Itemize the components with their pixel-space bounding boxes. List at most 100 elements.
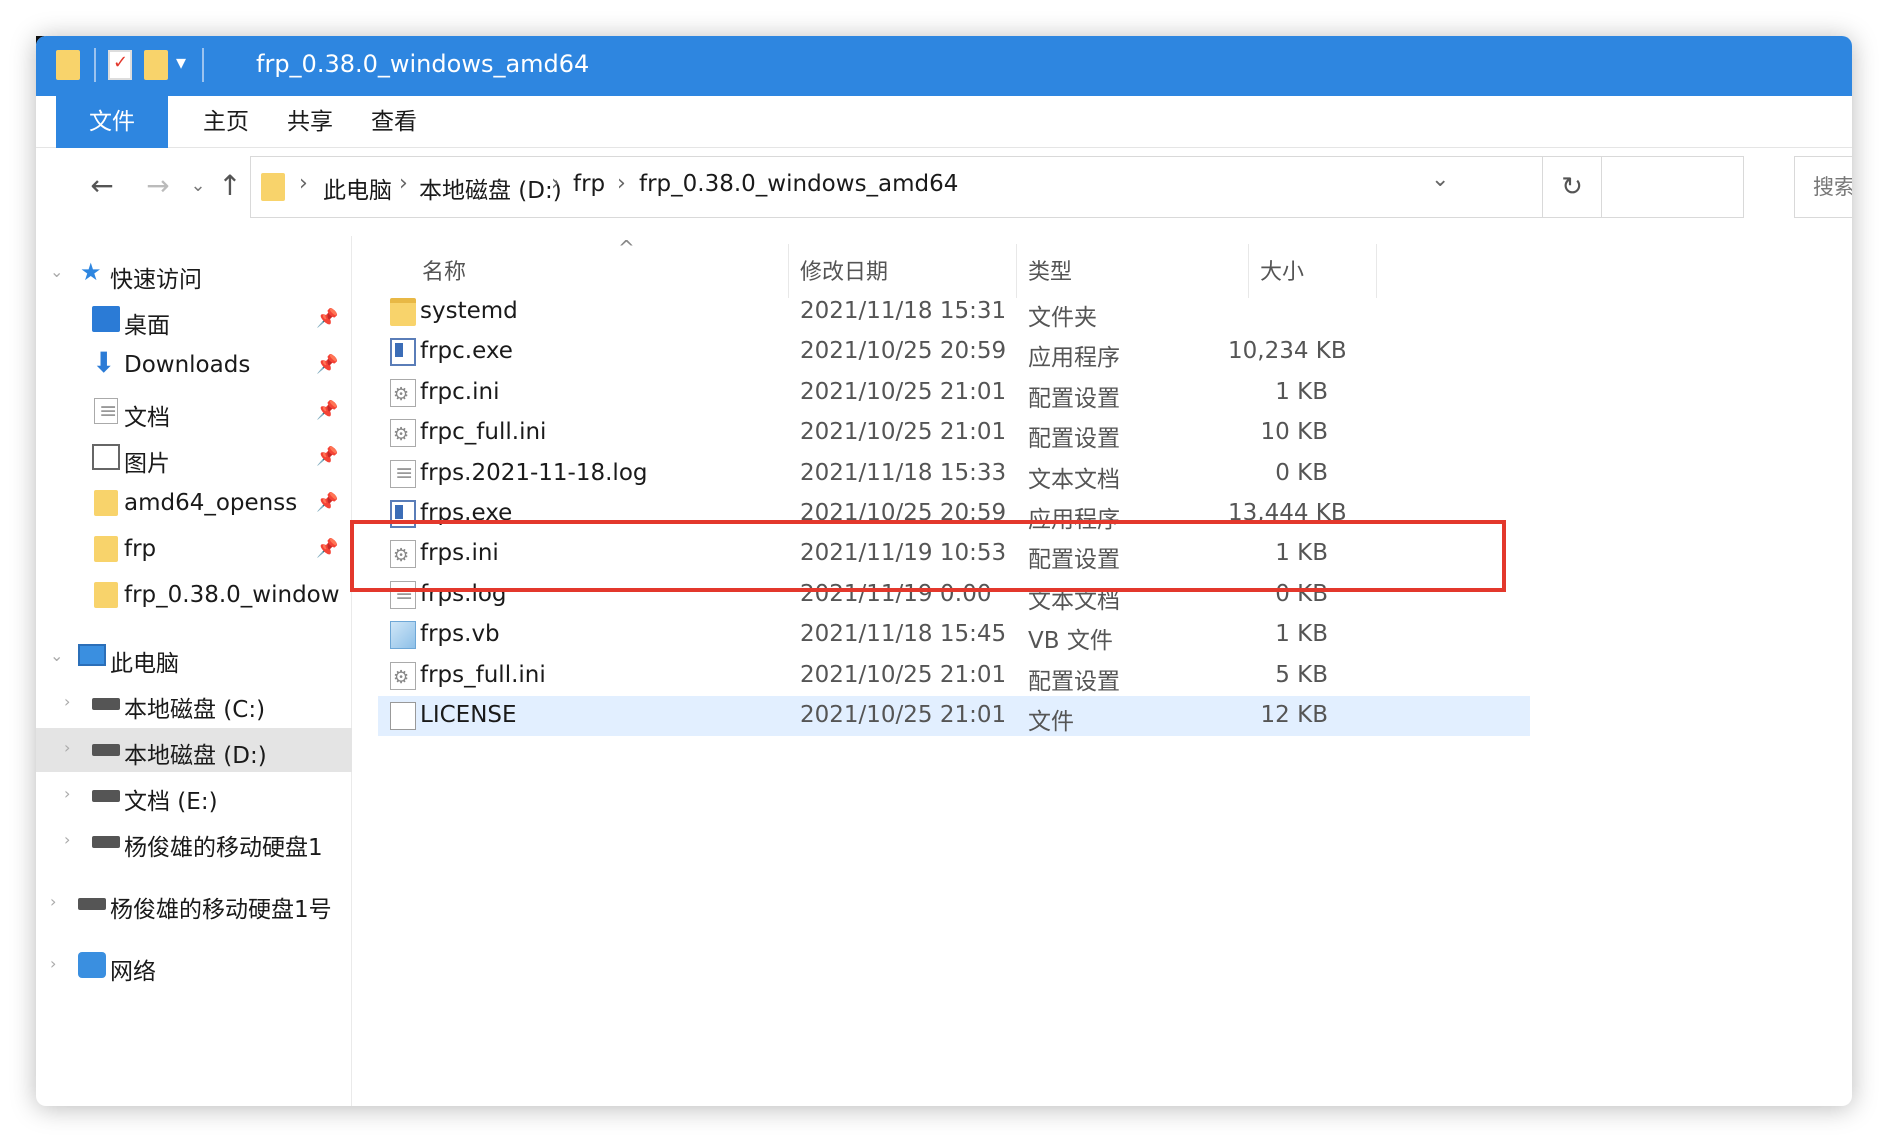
table-row[interactable]: frpc_full.ini 2021/10/25 21:01 配置设置 10 KB <box>378 413 1530 453</box>
chevron-right-icon[interactable]: › <box>64 738 70 757</box>
file-type: 文件 <box>1028 709 1074 735</box>
column-header-size[interactable]: 大小 <box>1260 254 1304 286</box>
file-size: 0 KB <box>1275 580 1328 607</box>
drive-icon <box>92 744 120 756</box>
table-row[interactable]: systemd 2021/11/18 15:31 文件夹 <box>378 292 1530 332</box>
tab-file[interactable]: 文件 <box>56 96 168 148</box>
folder-icon <box>56 50 80 80</box>
file-size: 10,234 KB <box>1228 338 1347 365</box>
pin-icon[interactable]: 📌 <box>316 308 338 329</box>
sidebar-item-downloads[interactable]: ⬇ Downloads 📌 <box>36 344 352 388</box>
pin-icon[interactable]: 📌 <box>316 492 338 513</box>
ini-icon <box>390 419 416 448</box>
sidebar-item-desktop[interactable]: 桌面 📌 <box>36 298 352 342</box>
breadcrumb-current-folder[interactable]: frp_0.38.0_windows_amd64 <box>639 171 958 197</box>
file-size: 1 KB <box>1275 621 1328 648</box>
chevron-down-icon[interactable]: ⌄ <box>50 262 63 281</box>
breadcrumb-drive-d[interactable]: 本地磁盘 (D:) <box>419 171 562 205</box>
sidebar-item-drive-c[interactable]: › 本地磁盘 (C:) <box>36 682 352 726</box>
tab-view[interactable]: 查看 <box>354 96 434 148</box>
table-row[interactable]: frps.vb 2021/11/18 15:45 VB 文件 1 KB <box>378 615 1530 655</box>
file-type: 配置设置 <box>1028 385 1120 412</box>
sidebar-item-label: 杨俊雄的移动硬盘1 <box>124 835 323 861</box>
sidebar-item-pictures[interactable]: 图片 📌 <box>36 436 352 480</box>
sidebar-item-label: 此电脑 <box>110 651 179 677</box>
exe-icon <box>390 500 416 528</box>
column-header-name[interactable]: 名称 <box>422 254 466 286</box>
sidebar-item-label: 快速访问 <box>110 267 202 293</box>
drive-icon <box>92 836 120 848</box>
up-arrow-icon[interactable]: ↑ <box>210 166 250 206</box>
sidebar-item-external-drive[interactable]: › 杨俊雄的移动硬盘1 <box>36 820 352 864</box>
tab-home[interactable]: 主页 <box>186 96 266 148</box>
sidebar-item-network[interactable]: › 网络 <box>36 944 352 988</box>
column-divider[interactable] <box>1376 244 1377 298</box>
network-icon <box>78 952 106 978</box>
navigation-pane: ⌄ ★ 快速访问 桌面 📌 ⬇ Downloads 📌 文档 📌 图片 📌 am… <box>36 236 352 1106</box>
sidebar-item-drive-e[interactable]: › 文档 (E:) <box>36 774 352 818</box>
table-row[interactable]: frps.exe 2021/10/25 20:59 应用程序 13,444 KB <box>378 494 1530 534</box>
sidebar-item-amd64-openss[interactable]: amd64_openss 📌 <box>36 482 352 526</box>
table-row[interactable]: frps_full.ini 2021/10/25 21:01 配置设置 5 KB <box>378 656 1530 696</box>
pin-icon[interactable]: 📌 <box>316 446 338 467</box>
ini-icon <box>390 378 416 407</box>
table-row[interactable]: LICENSE 2021/10/25 21:01 文件 12 KB <box>378 696 1530 736</box>
table-row[interactable]: frpc.ini 2021/10/25 21:01 配置设置 1 KB <box>378 373 1530 413</box>
back-arrow-icon[interactable]: ← <box>82 166 122 206</box>
file-modified-date: 2021/10/25 20:59 <box>800 500 1007 526</box>
pin-icon[interactable]: 📌 <box>316 538 338 559</box>
properties-icon[interactable]: ✓ <box>108 50 132 80</box>
table-row[interactable]: frpc.exe 2021/10/25 20:59 应用程序 10,234 KB <box>378 332 1530 372</box>
search-input[interactable]: 搜索 <box>1794 156 1852 218</box>
breadcrumb-frp[interactable]: frp <box>573 171 605 197</box>
pin-icon[interactable]: 📌 <box>316 354 338 375</box>
column-header-type[interactable]: 类型 <box>1028 254 1072 286</box>
chevron-down-icon[interactable]: ▾ <box>176 50 186 74</box>
refresh-icon[interactable]: ↻ <box>1542 156 1602 218</box>
column-divider[interactable] <box>1016 244 1017 298</box>
table-row[interactable]: frps.log 2021/11/19 0:00 文本文档 0 KB <box>378 575 1530 615</box>
column-divider[interactable] <box>788 244 789 298</box>
sidebar-item-label: 本地磁盘 (D:) <box>124 743 267 769</box>
table-row[interactable]: frps.ini 2021/11/19 10:53 配置设置 1 KB <box>378 534 1530 574</box>
sidebar-item-documents[interactable]: 文档 📌 <box>36 390 352 434</box>
new-folder-icon[interactable] <box>144 50 168 80</box>
chevron-right-icon[interactable]: › <box>50 954 56 973</box>
recent-locations-chevron-icon[interactable]: ⌄ <box>186 166 210 206</box>
file-type: 配置设置 <box>1028 426 1120 453</box>
file-size: 12 KB <box>1260 702 1328 728</box>
tab-share[interactable]: 共享 <box>270 96 350 148</box>
address-dropdown-chevron-icon[interactable]: ⌄ <box>1431 167 1449 192</box>
forward-arrow-icon[interactable]: → <box>138 166 178 206</box>
chevron-down-icon[interactable]: ⌄ <box>50 646 63 665</box>
download-arrow-icon: ⬇ <box>92 346 116 379</box>
folder-icon <box>261 173 285 201</box>
file-name: frps.log <box>420 580 507 607</box>
file-size: 10 KB <box>1260 419 1328 446</box>
chevron-right-icon[interactable]: › <box>64 830 70 849</box>
sidebar-item-frp-folder[interactable]: frp_0.38.0_window <box>36 574 352 618</box>
chevron-right-icon[interactable]: › <box>50 892 56 911</box>
pin-icon[interactable]: 📌 <box>316 400 338 421</box>
breadcrumb-this-pc[interactable]: 此电脑 <box>323 171 392 205</box>
desktop-icon <box>92 306 120 332</box>
chevron-right-icon[interactable]: › <box>64 784 70 803</box>
chevron-right-icon[interactable]: › <box>64 692 70 711</box>
file-type: 文本文档 <box>1028 587 1120 614</box>
table-row[interactable]: frps.2021-11-18.log 2021/11/18 15:33 文本文档 0… <box>378 454 1530 494</box>
file-name: frps.ini <box>420 540 499 567</box>
sidebar-item-external-drive-root[interactable]: › 杨俊雄的移动硬盘1号 <box>36 882 352 926</box>
file-size: 1 KB <box>1275 540 1328 567</box>
chevron-right-icon: › <box>551 171 560 196</box>
sidebar-item-label: 文档 (E:) <box>124 789 218 815</box>
drive-icon <box>78 898 106 910</box>
sidebar-item-drive-d[interactable]: › 本地磁盘 (D:) <box>36 728 352 772</box>
folder-icon <box>94 536 118 562</box>
column-header-date[interactable]: 修改日期 <box>800 254 888 286</box>
sidebar-item-quick-access[interactable]: ⌄ ★ 快速访问 <box>36 252 352 296</box>
sidebar-item-frp[interactable]: frp 📌 <box>36 528 352 572</box>
sidebar-item-this-pc[interactable]: ⌄ 此电脑 <box>36 636 352 680</box>
column-divider[interactable] <box>1248 244 1249 298</box>
address-bar[interactable]: › 此电脑 › 本地磁盘 (D:) › frp › frp_0.38.0_win… <box>250 156 1744 218</box>
file-icon <box>390 702 416 730</box>
